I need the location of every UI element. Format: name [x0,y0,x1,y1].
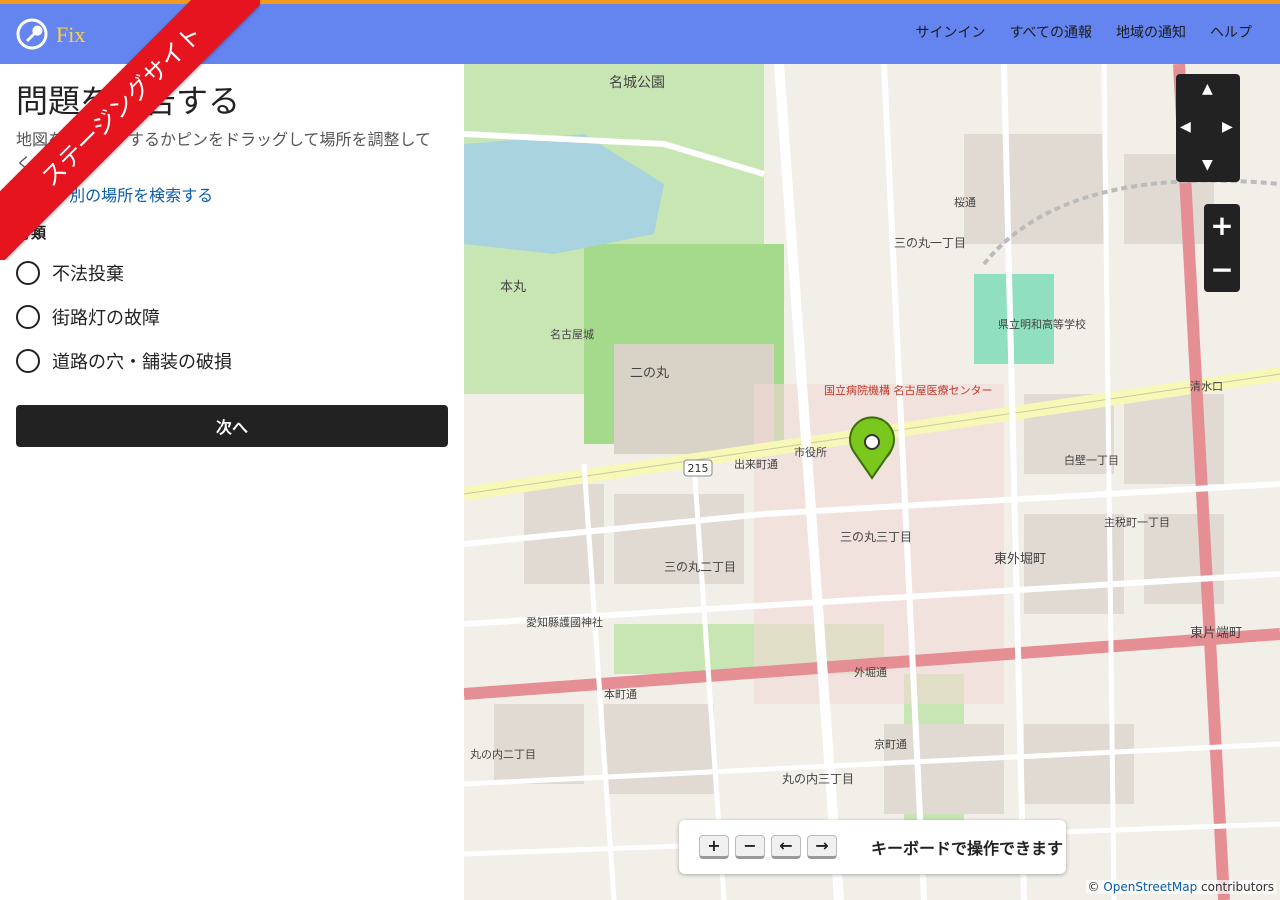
nav-signin[interactable]: サインイン [916,22,986,42]
map-label: 三の丸一丁目 [894,236,967,250]
zoom-control: + − [1204,204,1240,292]
map-label: 東片端町 [1190,626,1243,641]
nav-local-alerts[interactable]: 地域の通知 [1116,22,1186,42]
category-option-illegal-dumping[interactable]: 不法投棄 [16,260,124,286]
map-label: 桜通 [954,196,976,209]
map-label: 東外堀町 [994,552,1047,567]
page-title: 問題を報告する [16,82,241,120]
map-label: 名城公園 [609,75,665,91]
report-panel: 問題を報告する 地図をクリックするかピンをドラッグして場所を調整してください ま… [0,64,464,900]
map-label: 市役所 [794,446,827,459]
radio-button[interactable] [16,305,40,329]
next-button[interactable]: 次へ [16,405,448,447]
map-label: 丸の内三丁目 [782,772,855,786]
alt-prefix: または [16,186,65,205]
map-attribution: © OpenStreetMap contributors [1085,880,1276,894]
site-logo-text[interactable]: Fix [56,22,85,48]
key-minus-icon: − [735,835,765,859]
map-label: 京町通 [874,738,907,751]
map-label: 清水口 [1190,380,1223,393]
wrench-logo-icon[interactable] [16,18,48,50]
openstreetmap-link[interactable]: OpenStreetMap [1103,880,1197,894]
keyboard-hint-text: キーボードで操作できます [871,839,1064,858]
map-label: 三の丸二丁目 [664,560,737,574]
map-label: 三の丸三丁目 [840,530,913,544]
site-header: Fix サインイン すべての通報 地域の通知 ヘルプ [0,4,1280,64]
ninomaru-area [614,344,774,454]
map-label: 本町通 [604,688,637,701]
pan-right-icon[interactable]: ▶ [1222,120,1233,134]
category-option-pothole[interactable]: 道路の穴・舗装の破損 [16,348,232,374]
keyboard-hint-bar: + − ← → キーボードで操作できます [679,820,1066,874]
pan-left-icon[interactable]: ◀ [1180,120,1191,134]
option-label: 道路の穴・舗装の破損 [52,352,232,373]
zoom-out-button[interactable]: − [1204,248,1240,292]
zoom-in-button[interactable]: + [1204,204,1240,248]
map-canvas[interactable]: 215 [464,64,1280,900]
search-other-location-link[interactable]: 別の場所を検索する [69,186,213,205]
map-label: 丸の内二丁目 [470,748,536,761]
attribution-suffix: contributors [1201,880,1274,894]
map-view[interactable]: 215 名城公園 本丸 二の丸 名古屋城 三の丸一丁目 三の丸二丁目 三の丸三丁… [464,64,1280,900]
radio-button[interactable] [16,349,40,373]
pan-control: ▲ ◀ ▶ ▼ [1176,74,1240,182]
key-left-arrow-icon: ← [771,835,801,859]
pan-up-icon[interactable]: ▲ [1202,82,1213,96]
nav-all-reports[interactable]: すべての通報 [1010,22,1092,42]
alt-search: または 別の場所を検索する [16,182,213,206]
key-plus-icon: + [699,835,729,859]
route-shield-number: 215 [688,462,709,475]
radio-button[interactable] [16,261,40,285]
map-instruction: 地図をクリックするかピンをドラッグして場所を調整してください [16,130,432,173]
pan-down-icon[interactable]: ▼ [1202,158,1213,172]
key-right-arrow-icon: → [807,835,837,859]
category-label: 分類 [16,224,47,242]
map-label: 外堀通 [854,666,887,679]
map-label: 白壁一丁目 [1064,454,1119,467]
map-label: 名古屋城 [550,328,594,341]
map-label: 県立明和高等学校 [998,318,1086,331]
map-label: 本丸 [500,280,527,295]
attribution-prefix: © [1087,880,1100,894]
category-option-street-light[interactable]: 街路灯の故障 [16,304,160,330]
map-label: 出来町通 [734,458,778,471]
map-label: 国立病院機構 名古屋医療センター [824,384,993,397]
main-nav: サインイン すべての通報 地域の通知 ヘルプ [916,22,1252,42]
option-label: 不法投棄 [52,264,124,285]
option-label: 街路灯の故障 [52,308,160,329]
map-label: 二の丸 [630,366,670,381]
map-label: 主税町一丁目 [1104,516,1170,529]
map-label: 愛知縣護國神社 [526,616,603,629]
nav-help[interactable]: ヘルプ [1210,22,1252,42]
